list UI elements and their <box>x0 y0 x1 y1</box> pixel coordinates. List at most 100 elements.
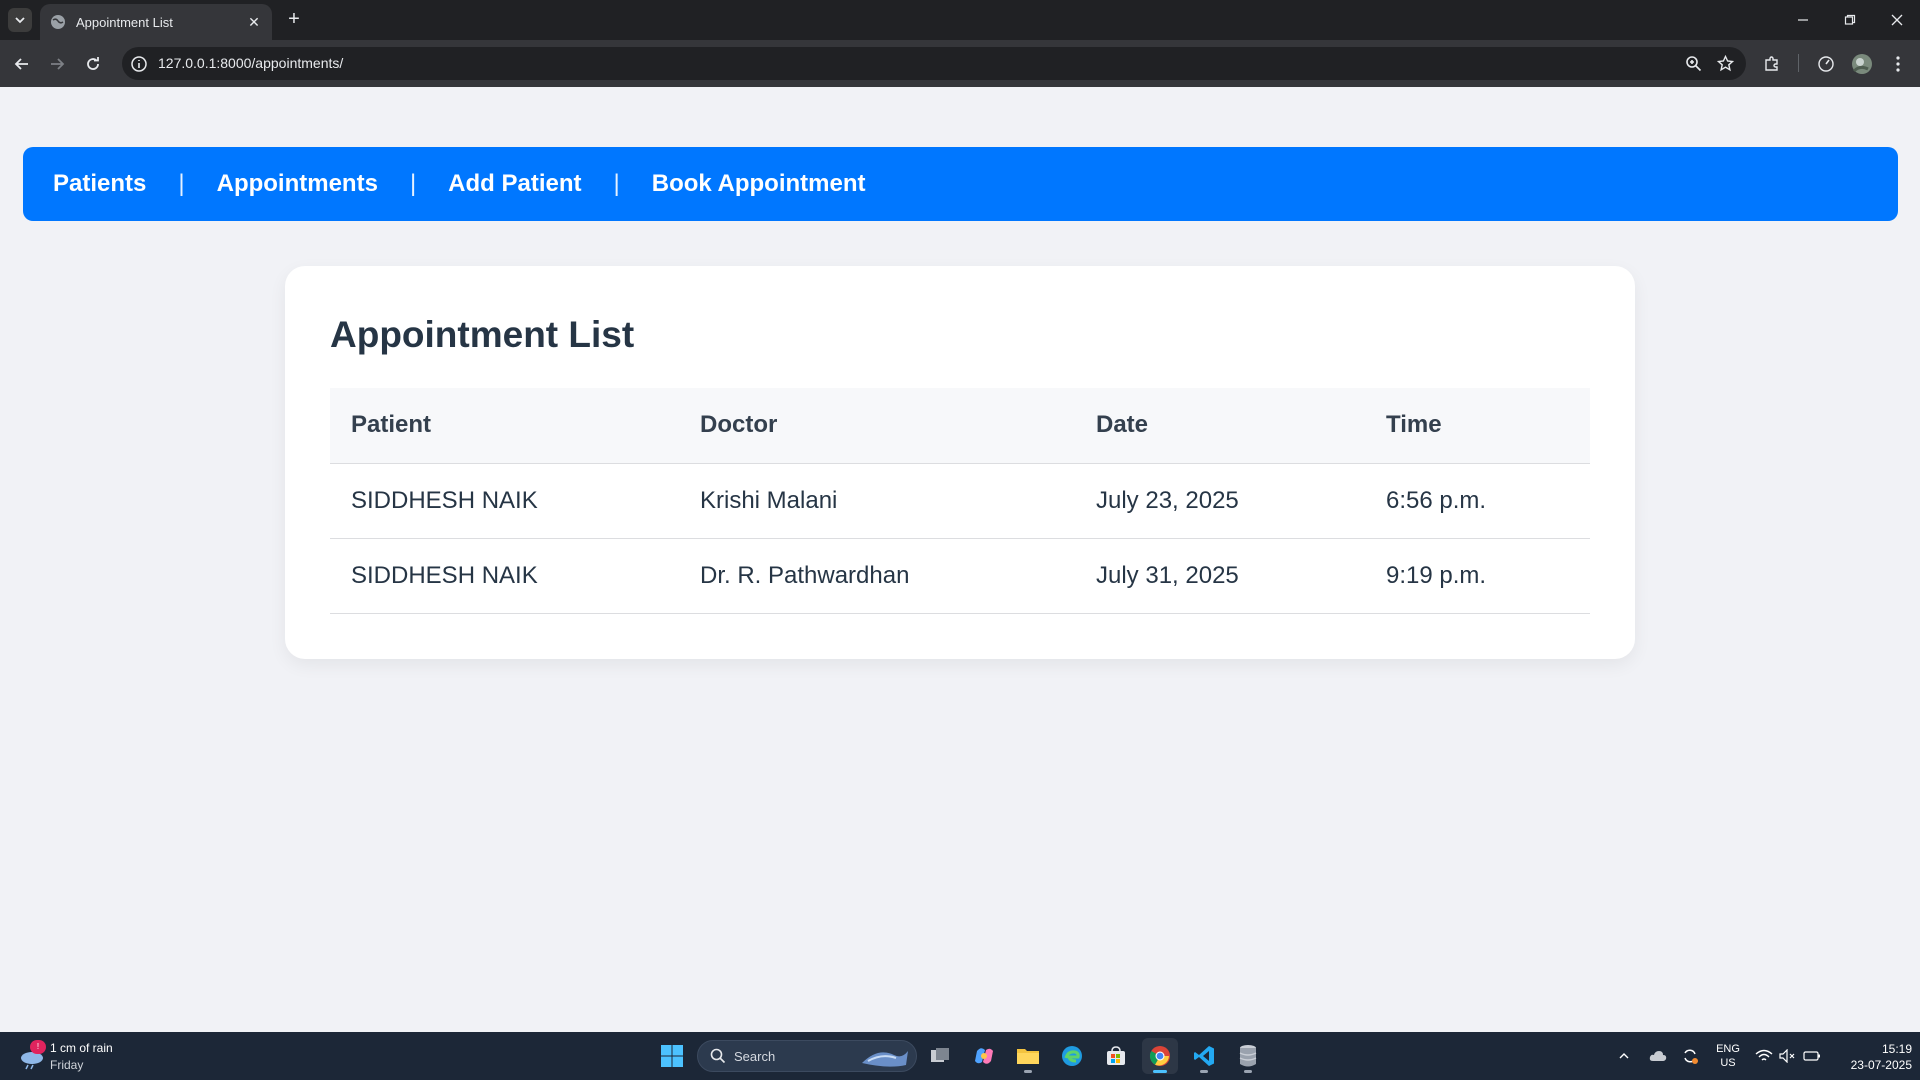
show-hidden-icons-button[interactable] <box>1614 1042 1634 1070</box>
page-title: Appointment List <box>330 314 635 355</box>
cell-doctor: Dr. R. Pathwardhan <box>679 538 1075 614</box>
store-bag-icon <box>1107 1046 1125 1065</box>
browser-tab-strip: Appointment List ✕ + <box>0 0 1920 40</box>
url-text[interactable]: 127.0.0.1:8000/appointments/ <box>158 55 343 71</box>
zoom-icon[interactable] <box>1685 55 1702 72</box>
appointments-table: Patient Doctor Date Time SIDDHESH NAIK K… <box>330 388 1590 614</box>
tab-close-icon[interactable]: ✕ <box>246 14 262 31</box>
app-running-indicator <box>1244 1070 1252 1073</box>
reload-button[interactable] <box>81 52 105 76</box>
wifi-icon <box>1755 1049 1773 1061</box>
nav-link-book-appointment[interactable]: Book Appointment <box>652 170 866 198</box>
new-tab-button[interactable]: + <box>282 8 306 32</box>
arrow-right-icon <box>51 58 65 70</box>
copilot-icon <box>975 1048 993 1064</box>
back-button[interactable] <box>10 52 34 76</box>
speedometer-icon <box>1818 56 1834 72</box>
nav-separator: | <box>409 170 417 197</box>
profile-button[interactable] <box>1850 52 1874 76</box>
nav-link-appointments[interactable]: Appointments <box>217 170 378 198</box>
onedrive-tray-icon[interactable] <box>1646 1042 1670 1070</box>
store-app[interactable] <box>1098 1038 1134 1074</box>
vscode-app[interactable] <box>1186 1038 1222 1074</box>
tab-title: Appointment List <box>76 14 173 30</box>
sync-icon <box>1684 1049 1698 1064</box>
globe-icon <box>51 15 65 29</box>
cell-patient: SIDDHESH NAIK <box>330 538 679 614</box>
table-header-row: Patient Doctor Date Time <box>330 388 1590 464</box>
restore-button[interactable] <box>1827 0 1873 40</box>
weather-alert-badge: ! <box>30 1040 46 1054</box>
chrome-app[interactable] <box>1142 1038 1178 1074</box>
system-clock[interactable]: 15:19 23-07-2025 <box>1830 1041 1912 1073</box>
sync-tray-icon[interactable] <box>1678 1042 1702 1070</box>
edge-browser-icon <box>1062 1046 1082 1066</box>
app-running-indicator <box>1024 1070 1032 1073</box>
app-running-indicator <box>1153 1070 1167 1073</box>
extensions-button[interactable] <box>1760 52 1784 76</box>
windows-logo-icon <box>661 1045 683 1067</box>
cell-time: 6:56 p.m. <box>1365 463 1590 539</box>
cell-date: July 31, 2025 <box>1075 538 1365 614</box>
search-highlight-art <box>862 1051 908 1067</box>
task-view-icon <box>931 1048 949 1062</box>
appointment-list-card: Appointment List Patient Doctor Date Tim… <box>285 266 1635 659</box>
minimize-button[interactable] <box>1780 0 1826 40</box>
database-icon <box>1239 1045 1257 1067</box>
cell-date: July 23, 2025 <box>1075 463 1365 539</box>
language-code: ENG <box>1716 1043 1740 1055</box>
speaker-muted-icon <box>1779 1049 1795 1063</box>
nav-link-add-patient[interactable]: Add Patient <box>448 170 581 198</box>
nav-separator: | <box>613 170 620 197</box>
chrome-icon <box>1149 1046 1170 1066</box>
performance-button[interactable] <box>1814 52 1838 76</box>
app-running-indicator <box>1200 1070 1208 1073</box>
close-window-button[interactable] <box>1874 0 1920 40</box>
browser-tab-active[interactable]: Appointment List ✕ <box>40 4 272 40</box>
chevron-down-icon <box>15 17 25 24</box>
language-indicator[interactable]: ENG US <box>1712 1042 1744 1070</box>
clock-date: 23-07-2025 <box>1850 1058 1912 1072</box>
taskbar-search-box[interactable]: Search <box>697 1040 917 1072</box>
folder-icon <box>1017 1049 1039 1064</box>
tab-search-button[interactable] <box>8 8 32 32</box>
start-button[interactable] <box>654 1038 690 1074</box>
nav-separator: | <box>178 170 185 197</box>
chevron-up-icon <box>1619 1053 1629 1059</box>
region-code: US <box>1720 1057 1736 1069</box>
nav-link-patients[interactable]: Patients <box>53 170 146 198</box>
address-bar[interactable]: 127.0.0.1:8000/appointments/ <box>122 47 1746 80</box>
weather-widget[interactable]: ! 1 cm of rain Friday <box>18 1038 148 1074</box>
info-icon[interactable] <box>130 55 148 73</box>
cell-doctor: Krishi Malani <box>679 463 1075 539</box>
puzzle-icon <box>1765 56 1778 71</box>
cell-time: 9:19 p.m. <box>1365 538 1590 614</box>
table-row: SIDDHESH NAIK Krishi Malani July 23, 202… <box>330 463 1590 539</box>
battery-icon <box>1803 1051 1820 1061</box>
file-explorer-app[interactable] <box>1010 1038 1046 1074</box>
chrome-menu-button[interactable] <box>1886 52 1910 76</box>
copilot-app[interactable] <box>966 1038 1002 1074</box>
avatar-icon <box>1852 54 1872 74</box>
toolbar-divider <box>1798 54 1799 72</box>
column-header-patient: Patient <box>330 388 679 464</box>
cell-patient: SIDDHESH NAIK <box>330 463 679 539</box>
column-header-date: Date <box>1075 388 1365 464</box>
table-row: SIDDHESH NAIK Dr. R. Pathwardhan July 31… <box>330 538 1590 614</box>
column-header-doctor: Doctor <box>679 388 1075 464</box>
weather-day: Friday <box>50 1058 84 1072</box>
column-header-time: Time <box>1365 388 1590 464</box>
search-icon <box>710 1048 726 1064</box>
edge-app[interactable] <box>1054 1038 1090 1074</box>
forward-button[interactable] <box>45 52 69 76</box>
browser-toolbar: 127.0.0.1:8000/appointments/ <box>0 40 1920 87</box>
windows-taskbar: ! 1 cm of rain Friday Search ENG US 15:1… <box>0 1032 1920 1080</box>
vscode-icon <box>1194 1046 1214 1066</box>
minimize-icon <box>1798 19 1808 21</box>
close-icon <box>1891 14 1903 26</box>
star-icon[interactable] <box>1717 55 1734 72</box>
task-view-button[interactable] <box>922 1038 958 1074</box>
database-app[interactable] <box>1230 1038 1266 1074</box>
quick-settings-button[interactable] <box>1754 1042 1822 1070</box>
search-label: Search <box>734 1049 776 1064</box>
